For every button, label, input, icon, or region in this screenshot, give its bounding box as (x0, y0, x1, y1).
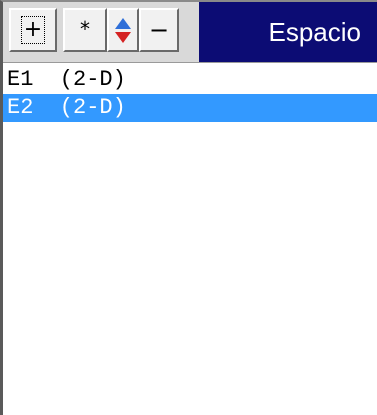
move-arrows-button[interactable] (107, 8, 139, 52)
star-button[interactable]: * (63, 8, 107, 52)
toolbar: + * − Espacio (3, 2, 377, 63)
list-item-e1[interactable]: E1 (2-D) (3, 66, 377, 94)
remove-button[interactable]: − (139, 8, 179, 52)
space-panel: + * − Espacio E1 (2-D) E2 (2-D) (0, 0, 377, 415)
arrow-down-icon[interactable] (115, 31, 131, 43)
star-button-label: * (80, 17, 90, 41)
add-button[interactable]: + (9, 8, 57, 52)
space-list: E1 (2-D) E2 (2-D) (3, 66, 377, 122)
remove-button-label: − (148, 16, 170, 44)
arrow-up-icon[interactable] (115, 17, 131, 29)
panel-title: Espacio (199, 2, 377, 62)
list-item-e2[interactable]: E2 (2-D) (3, 94, 377, 122)
add-button-label: + (21, 16, 45, 44)
